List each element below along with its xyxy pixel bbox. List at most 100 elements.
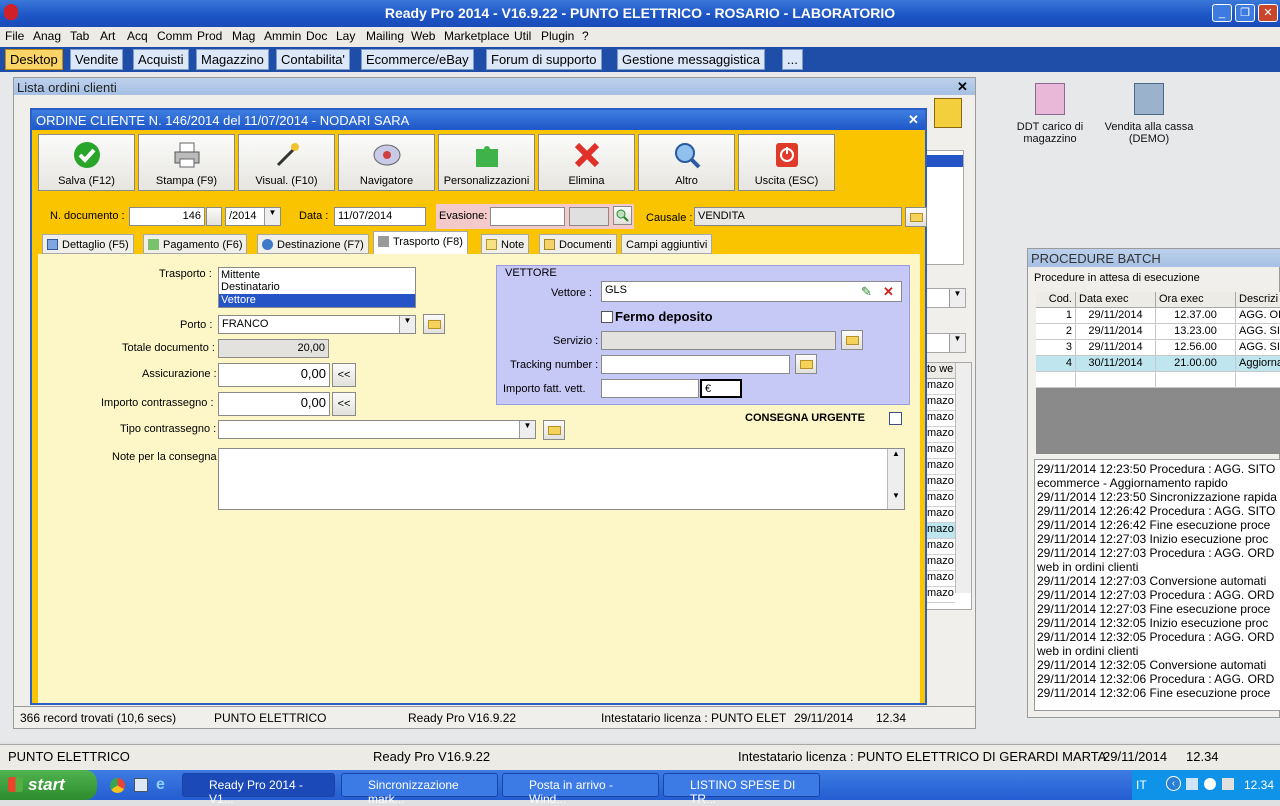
tab-documenti[interactable]: Documenti <box>539 234 617 254</box>
batch-row-ora[interactable]: 13.23.00 <box>1156 324 1236 340</box>
menu-marketplace[interactable]: Marketplace <box>444 29 509 43</box>
tab-destinazione[interactable]: Destinazione (F7) <box>257 234 369 254</box>
menu-anag[interactable]: Anag <box>33 29 61 43</box>
batch-row-cod[interactable]: 2 <box>1036 324 1076 340</box>
grid-cell[interactable]: mazo <box>927 555 955 571</box>
grid-cell[interactable]: mazo <box>927 379 955 395</box>
batch-row-cod[interactable]: 4 <box>1036 356 1076 372</box>
batch-row-ora[interactable]: 21.00.00 <box>1156 356 1236 372</box>
tracking-folder-button[interactable] <box>795 354 817 374</box>
minimize-button[interactable]: _ <box>1212 4 1232 22</box>
porto-folder-button[interactable] <box>423 314 445 334</box>
grid-cell[interactable]: mazo <box>927 427 955 443</box>
navigator-button[interactable]: Navigatore <box>338 134 435 191</box>
other-button[interactable]: Altro <box>638 134 735 191</box>
task-readypro[interactable]: Ready Pro 2014 - V1... <box>182 773 335 806</box>
lista-close-icon[interactable]: ✕ <box>957 79 968 95</box>
causale-folder-button[interactable] <box>905 207 927 227</box>
batch-row-descr[interactable]: Aggiorna <box>1236 356 1280 372</box>
grid-cell[interactable]: mazo <box>927 475 955 491</box>
ndoc-input[interactable]: 146 <box>129 207 205 226</box>
currency-field[interactable]: € <box>700 379 742 398</box>
importo-vett-input[interactable] <box>601 379 699 398</box>
note-consegna-textarea[interactable] <box>218 448 905 510</box>
menu-help[interactable]: ? <box>582 29 589 43</box>
porto-dropdown-icon[interactable]: ▼ <box>399 316 415 333</box>
grid-cell[interactable]: mazo <box>927 571 955 587</box>
menu-prod[interactable]: Prod <box>197 29 222 43</box>
option-vettore[interactable]: Vettore <box>219 294 415 307</box>
batch-row-cod[interactable]: 3 <box>1036 340 1076 356</box>
grid-cell[interactable]: mazo <box>927 587 955 603</box>
menu-comm[interactable]: Comm <box>157 29 192 43</box>
grid-cell[interactable]: mazo <box>927 507 955 523</box>
tab-desktop[interactable]: Desktop <box>5 49 63 70</box>
menu-lay[interactable]: Lay <box>336 29 355 43</box>
evasione-input[interactable] <box>490 207 565 226</box>
grid-cell[interactable]: mazo <box>927 443 955 459</box>
grid-cell[interactable]: mazo <box>927 411 955 427</box>
menu-plugin[interactable]: Plugin <box>541 29 574 43</box>
fermo-deposito-checkbox[interactable] <box>601 311 613 323</box>
tab-acquisti[interactable]: Acquisti <box>133 49 189 70</box>
option-mittente[interactable]: Mittente <box>219 268 415 281</box>
desktop-icon-ddt[interactable]: DDT carico di magazzino <box>1010 83 1090 145</box>
batch-row-cod[interactable]: 1 <box>1036 308 1076 324</box>
tab-forum[interactable]: Forum di supporto <box>486 49 602 70</box>
menu-ammin[interactable]: Ammin <box>264 29 301 43</box>
year-dropdown-icon[interactable]: ▼ <box>264 208 280 225</box>
grid-cell[interactable]: mazo <box>927 395 955 411</box>
ie-icon[interactable]: e <box>156 776 165 794</box>
batch-row-ora[interactable]: 12.56.00 <box>1156 340 1236 356</box>
trasporto-listbox[interactable]: Mittente Destinatario Vettore <box>218 267 416 308</box>
note-scrollbar[interactable]: ▲ ▼ <box>887 449 904 509</box>
exit-button[interactable]: Uscita (ESC) <box>738 134 835 191</box>
start-button[interactable]: start <box>0 770 97 800</box>
volume-icon[interactable] <box>1222 778 1234 790</box>
restore-button[interactable]: ❐ <box>1235 4 1255 22</box>
tray-arrow-icon[interactable]: ‹ <box>1166 776 1181 791</box>
assicurazione-input[interactable]: 0,00 <box>218 363 330 387</box>
close-button[interactable]: ✕ <box>1258 4 1278 22</box>
print-button[interactable]: Stampa (F9) <box>138 134 235 191</box>
lista-combo-2[interactable]: ▼ <box>926 333 966 353</box>
tracking-input[interactable] <box>601 355 790 374</box>
grid-cell[interactable]: mazo <box>927 539 955 555</box>
assicurazione-calc-button[interactable]: << <box>332 363 356 387</box>
batch-row-data[interactable]: 29/11/2014 <box>1076 340 1156 356</box>
menu-art[interactable]: Art <box>100 29 115 43</box>
task-listino[interactable]: LISTINO SPESE DI TR... <box>663 773 820 806</box>
explorer-icon[interactable] <box>134 778 148 792</box>
servizio-folder-button[interactable] <box>841 330 863 350</box>
menu-web[interactable]: Web <box>411 29 435 43</box>
task-sincronizzazione[interactable]: Sincronizzazione mark... <box>341 773 498 806</box>
tab-pagamento[interactable]: Pagamento (F6) <box>143 234 248 254</box>
menu-doc[interactable]: Doc <box>306 29 327 43</box>
grid-cell[interactable]: mazo <box>927 523 955 539</box>
contrassegno-calc-button[interactable]: << <box>332 392 356 416</box>
batch-row-data[interactable]: 29/11/2014 <box>1076 308 1156 324</box>
grid-cell[interactable]: mazo <box>927 459 955 475</box>
tipo-folder-button[interactable] <box>543 420 565 440</box>
lista-combo[interactable]: ▼ <box>926 288 966 308</box>
language-indicator[interactable]: IT <box>1136 778 1147 792</box>
tab-dettaglio[interactable]: Dettaglio (F5) <box>42 234 134 254</box>
tipo-contrassegno-select[interactable] <box>218 420 536 439</box>
menu-util[interactable]: Util <box>514 29 531 43</box>
delete-button[interactable]: Elimina <box>538 134 635 191</box>
vettore-input[interactable]: GLS <box>601 281 902 302</box>
tab-trasporto[interactable]: Trasporto (F8) <box>373 231 468 255</box>
batch-row-descr[interactable]: AGG. SIT <box>1236 324 1280 340</box>
tipo-dropdown-icon[interactable]: ▼ <box>519 421 535 438</box>
menu-acq[interactable]: Acq <box>127 29 148 43</box>
data-input[interactable]: 11/07/2014 <box>334 207 426 226</box>
menu-tab[interactable]: Tab <box>70 29 89 43</box>
batch-row-data[interactable]: 30/11/2014 <box>1076 356 1156 372</box>
zoom-button[interactable] <box>613 206 632 225</box>
task-posta[interactable]: Posta in arrivo - Wind... <box>502 773 659 806</box>
tab-magazzino[interactable]: Magazzino <box>196 49 269 70</box>
menu-file[interactable]: File <box>5 29 24 43</box>
tab-messaggistica[interactable]: Gestione messaggistica <box>617 49 766 70</box>
batch-row-data[interactable]: 29/11/2014 <box>1076 324 1156 340</box>
menu-mailing[interactable]: Mailing <box>366 29 404 43</box>
